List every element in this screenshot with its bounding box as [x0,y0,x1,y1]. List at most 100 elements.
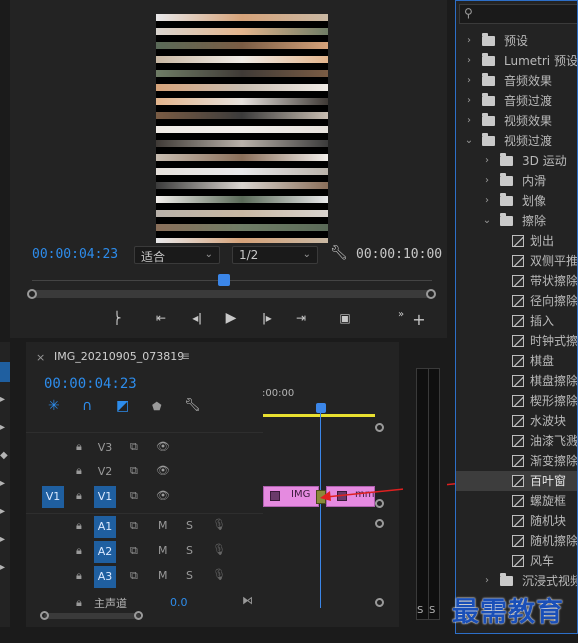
zoom-scrollbar[interactable] [32,290,432,298]
solo-right-button[interactable]: S [429,605,435,616]
track-a2[interactable]: 🔒︎ A2 ⧉ M S 🎙︎ [26,540,263,564]
pen-icon[interactable]: ▸ [0,506,5,517]
chevron-right-icon[interactable]: › [464,111,474,131]
track-v1[interactable]: V1 🔒︎ V1 ⧉ 👁︎ [26,485,263,509]
track-a3[interactable]: 🔒︎ A3 ⧉ M S 🎙︎ [26,565,263,589]
eye-icon[interactable]: 👁︎ [156,440,170,453]
effect-item[interactable]: 楔形擦除 [456,391,577,411]
effect-folder[interactable]: › 沉浸式视频 [456,571,577,591]
timeline-scrollbar[interactable] [44,613,140,619]
effect-item[interactable]: 划出 [456,231,577,251]
solo-button[interactable]: S [186,569,193,582]
scroll-handle-left[interactable] [40,611,49,620]
lock-icon[interactable]: 🔒︎ [76,489,82,503]
effect-folder[interactable]: › 视频效果 [456,111,577,131]
type-icon[interactable]: ▸ [0,562,5,573]
sync-lock-icon[interactable]: ⧉ [130,440,138,454]
chevron-right-icon[interactable]: › [482,151,492,171]
timeline-playhead-timecode[interactable]: 00:00:04:23 [44,376,137,392]
nest-icon[interactable]: ✳ [48,398,60,414]
mute-button[interactable]: M [158,544,168,557]
effect-item[interactable]: 渐变擦除 [456,451,577,471]
close-icon[interactable]: × [36,351,45,364]
video-preview[interactable] [156,14,328,243]
effect-folder[interactable]: › Lumetri 预设 [456,51,577,71]
effect-item[interactable]: 油漆飞溅 [456,431,577,451]
lock-icon[interactable]: 🔒︎ [76,596,82,610]
chevron-right-icon[interactable]: › [482,571,492,591]
track-label[interactable]: V2 [94,461,116,483]
step-forward-icon[interactable]: ǀ▸ [258,309,276,327]
timeline-playhead-handle[interactable] [316,403,326,413]
effect-folder[interactable]: › 内滑 [456,171,577,191]
lock-icon[interactable]: 🔒︎ [76,569,82,583]
lock-icon[interactable]: 🔒︎ [76,464,82,478]
monitor-playhead-handle[interactable] [217,274,230,286]
microphone-icon[interactable]: 🎙︎ [212,568,226,581]
play-icon[interactable]: ▶ [222,309,240,327]
eye-icon[interactable]: 👁︎ [156,464,170,477]
track-label[interactable]: V3 [94,437,116,459]
selection-tool[interactable] [0,362,10,382]
snap-magnet-icon[interactable]: ∩ [82,398,92,414]
solo-left-button[interactable]: S [417,605,423,616]
linked-selection-icon[interactable]: ◩ [116,398,129,414]
chevron-right-icon[interactable]: › [482,191,492,211]
effect-item[interactable]: 百叶窗 [456,471,577,491]
razor-icon[interactable]: ◆ [0,450,8,461]
marker-icon[interactable]: ⬟ [152,400,162,413]
sync-lock-icon[interactable]: ⧉ [130,489,138,503]
effect-item[interactable]: 随机擦除 [456,531,577,551]
sync-lock-icon[interactable]: ⧉ [130,569,138,583]
effect-item[interactable]: 棋盘 [456,351,577,371]
effect-folder[interactable]: ⌄ 擦除 [456,211,577,231]
export-frame-icon[interactable]: ▣ [336,309,354,327]
mark-out-icon[interactable]: ⎬ [108,309,126,327]
track-label[interactable]: V1 [94,486,116,508]
effect-item[interactable]: 插入 [456,311,577,331]
track-label[interactable]: A2 [94,541,116,563]
effect-item[interactable]: 随机块 [456,511,577,531]
a-zoom-handle-top[interactable] [375,519,384,528]
sequence-tab[interactable]: IMG_20210905_073819 [54,350,184,363]
microphone-icon[interactable]: 🎙︎ [212,543,226,556]
go-to-in-icon[interactable]: ⇤ [152,309,170,327]
chevron-right-icon[interactable]: › [464,51,474,71]
sync-lock-icon[interactable]: ⧉ [130,544,138,558]
microphone-icon[interactable]: 🎙︎ [212,518,226,531]
track-select-icon[interactable]: ▸ [0,394,5,405]
chevron-right-icon[interactable]: › [464,91,474,111]
effect-item[interactable]: 时钟式擦 [456,331,577,351]
effect-item[interactable]: 棋盘擦除 [456,371,577,391]
chevron-right-icon[interactable]: › [464,71,474,91]
source-patch-v1[interactable]: V1 [42,486,64,508]
resolution-dropdown[interactable]: 1/2 ⌄ [232,246,318,264]
slip-icon[interactable]: ▸ [0,478,5,489]
scroll-handle-right[interactable] [134,611,143,620]
effect-folder[interactable]: › 3D 运动 [456,151,577,171]
chevron-down-icon[interactable]: ⌄ [482,211,492,231]
wrench-icon[interactable]: 🔧︎ [330,245,348,261]
wrench-icon[interactable]: 🔧︎ [184,398,201,413]
lock-icon[interactable]: 🔒︎ [76,519,82,533]
mute-button[interactable]: M [158,519,168,532]
panel-menu-icon[interactable]: ≡ [180,349,190,363]
effect-item[interactable]: 螺旋框 [456,491,577,511]
effect-item[interactable]: 双侧平推 [456,251,577,271]
track-v3[interactable]: 🔒︎ V3 ⧉ 👁︎ [26,436,263,460]
effects-search-field[interactable]: ⚲ [459,4,577,24]
more-controls-icon[interactable]: » [392,306,410,324]
sync-lock-icon[interactable]: ⧉ [130,519,138,533]
go-to-end-icon[interactable]: ⧑ [242,594,253,607]
add-button-icon[interactable]: + [410,311,428,329]
chevron-down-icon[interactable]: ⌄ [464,131,474,151]
solo-button[interactable]: S [186,544,193,557]
v-zoom-handle-top[interactable] [375,423,384,432]
effect-item[interactable]: 径向擦除 [456,291,577,311]
effect-item[interactable]: 水波块 [456,411,577,431]
effect-folder[interactable]: › 音频过渡 [456,91,577,111]
track-label[interactable]: A1 [94,516,116,538]
effect-item[interactable]: 风车 [456,551,577,571]
ripple-edit-icon[interactable]: ▸ [0,422,5,433]
go-to-out-icon[interactable]: ⇥ [292,309,310,327]
